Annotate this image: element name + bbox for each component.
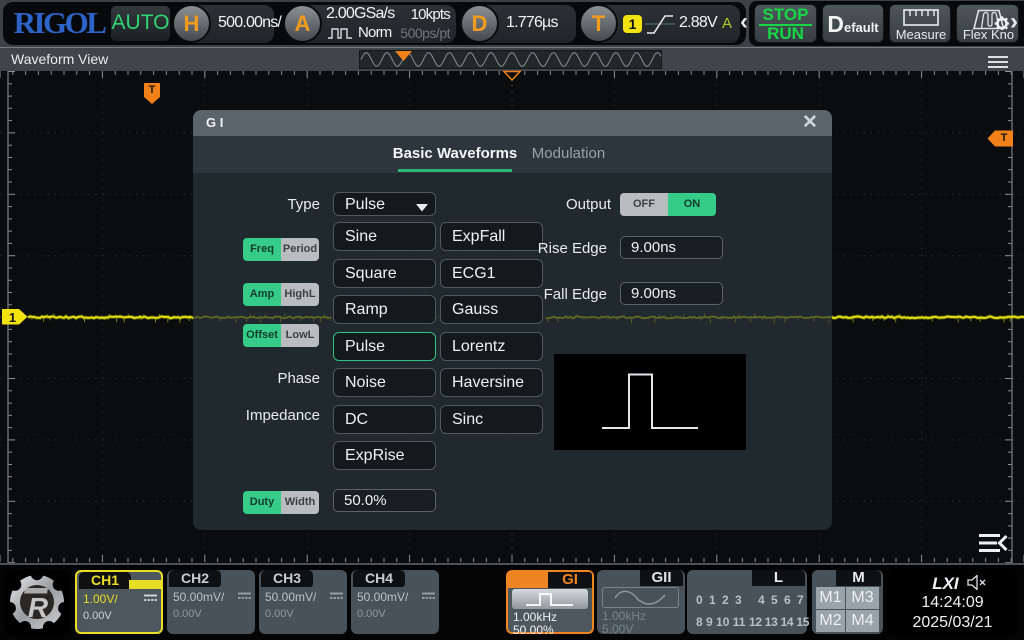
svg-text:R: R — [28, 592, 49, 623]
